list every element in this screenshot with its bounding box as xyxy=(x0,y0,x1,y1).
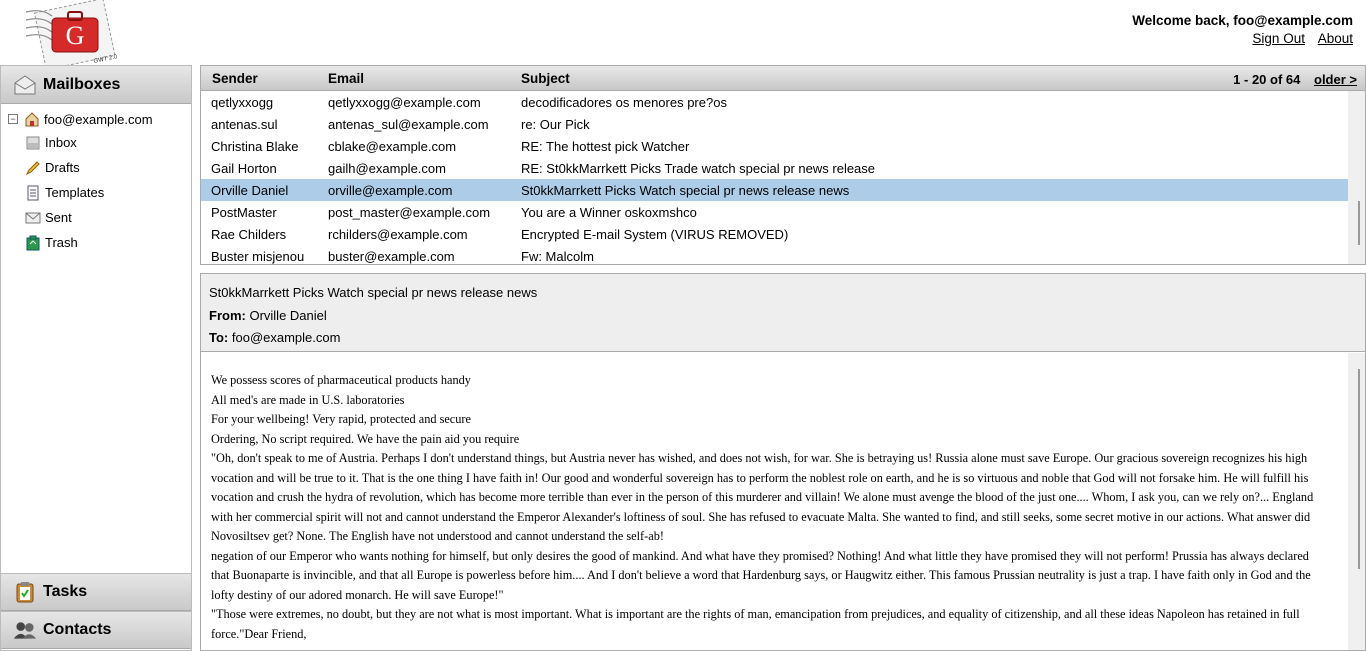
column-header-sender[interactable]: Sender xyxy=(201,71,328,86)
table-row[interactable]: Buster misjenou buster@example.com Fw: Mal… xyxy=(201,245,1348,264)
sidebar-item-label: Inbox xyxy=(45,135,77,150)
body-paragraph: negation of our Emperor who wants nothin… xyxy=(211,548,1311,602)
mail-body: We possess scores of pharmaceutical prod… xyxy=(211,371,1325,644)
contacts-header[interactable]: Contacts xyxy=(1,611,191,649)
mailboxes-title: Mailboxes xyxy=(43,75,121,93)
sidebar-item-label: Sent xyxy=(45,210,72,225)
cell-email: qetlyxxogg@example.com xyxy=(328,94,481,110)
table-row[interactable]: PostMaster post_master@example.com You are… xyxy=(201,201,1348,223)
table-row[interactable]: antenas.sul antenas_sul@example.com re: Ou… xyxy=(201,113,1348,135)
account-label: foo@example.com xyxy=(44,111,153,127)
tasks-header[interactable]: Tasks xyxy=(1,573,191,611)
gwt-logo: G GWT 2.0 xyxy=(22,0,120,72)
cell-email: rchilders@example.com xyxy=(328,226,468,242)
sidebar: Mailboxes − foo@example.com Inbox Drafts… xyxy=(0,65,192,651)
body-paragraph: Ordering, No script required. We have th… xyxy=(211,431,520,446)
sidebar-item-sent[interactable]: Sent xyxy=(1,205,191,230)
cell-sender: Christina Blake xyxy=(211,138,299,154)
cell-sender: Rae Childers xyxy=(211,226,287,242)
clipboard-icon xyxy=(13,580,37,604)
about-link[interactable]: About xyxy=(1318,31,1353,46)
body-paragraph: All med's are made in U.S. laboratories xyxy=(211,392,405,407)
table-row[interactable]: qetlyxxogg qetlyxxogg@example.com decodifi… xyxy=(201,91,1348,113)
topbar: Welcome back, foo@example.com Sign Out A… xyxy=(1132,13,1353,46)
sign-out-link[interactable]: Sign Out xyxy=(1252,31,1305,46)
sidebar-item-label: Drafts xyxy=(45,160,80,175)
page-range: 1 - 20 of 64 xyxy=(1233,72,1301,87)
sidebar-item-drafts[interactable]: Drafts xyxy=(1,155,191,180)
cell-subject: You are a Winner oskoxmshco xyxy=(521,204,697,220)
cell-email: antenas_sul@example.com xyxy=(328,116,489,132)
body-paragraph: "Oh, don't speak to me of Austria. Perha… xyxy=(211,451,1314,543)
trash-icon xyxy=(25,235,41,251)
cell-email: gailh@example.com xyxy=(328,160,446,176)
cell-subject: decodificadores os menores pre?os xyxy=(521,94,727,110)
cell-email: post_master@example.com xyxy=(328,204,491,220)
mail-list-scroll-thumb[interactable] xyxy=(1358,201,1360,245)
mail-list-scrollbar[interactable] xyxy=(1348,91,1365,264)
cell-subject: Fw: Malcolm xyxy=(521,248,594,264)
cell-sender: qetlyxxogg xyxy=(211,94,274,110)
mail-body-scroll-thumb[interactable] xyxy=(1358,369,1360,569)
body-paragraph: We possess scores of pharmaceutical prod… xyxy=(211,373,471,387)
from-label: From: xyxy=(209,307,246,323)
cell-subject: RE: The hottest pick Watcher xyxy=(521,138,690,154)
mailboxes-header[interactable]: Mailboxes xyxy=(1,66,191,104)
sidebar-item-label: Templates xyxy=(45,185,105,200)
cell-subject: Encrypted E-mail System (VIRUS REMOVED) xyxy=(521,226,789,242)
contacts-title: Contacts xyxy=(43,621,112,638)
collapse-icon[interactable]: − xyxy=(8,114,18,124)
pencil-icon xyxy=(25,160,41,176)
tree-account[interactable]: − foo@example.com xyxy=(1,108,191,130)
cell-email: cblake@example.com xyxy=(328,138,457,154)
svg-text:G: G xyxy=(66,21,85,50)
document-icon xyxy=(25,185,41,201)
body-paragraph: For your wellbeing! Very rapid, protecte… xyxy=(211,412,471,426)
detail-subject: St0kkMarrkett Picks Watch special pr new… xyxy=(209,285,538,300)
mail-body-scrollbar[interactable] xyxy=(1348,353,1365,650)
column-header-email[interactable]: Email xyxy=(328,71,521,86)
detail-to: foo@example.com xyxy=(231,330,341,345)
to-label: To: xyxy=(209,330,229,345)
envelope-open-icon xyxy=(13,73,37,97)
tasks-title: Tasks xyxy=(43,583,88,600)
people-icon xyxy=(13,618,37,642)
mail-list: Sender Email Subject 1 - 20 of 64 older … xyxy=(200,65,1366,265)
cell-subject: St0kkMarrkett Picks Watch special pr new… xyxy=(521,182,850,198)
sidebar-item-templates[interactable]: Templates xyxy=(1,180,191,205)
mailbox-tree: − foo@example.com Inbox Drafts Templates xyxy=(1,104,191,573)
cell-sender: Gail Horton xyxy=(211,160,277,176)
cell-sender: Buster misjenou xyxy=(211,248,305,264)
cell-email: buster@example.com xyxy=(328,248,455,264)
table-row[interactable]: Christina Blake cblake@example.com RE: The… xyxy=(201,135,1348,157)
older-link[interactable]: older > xyxy=(1314,72,1357,87)
mail-rows: qetlyxxogg qetlyxxogg@example.com decodifi… xyxy=(201,91,1348,264)
table-row[interactable]: Gail Horton gailh@example.com RE: St0kkMar… xyxy=(201,157,1348,179)
home-icon xyxy=(24,111,40,127)
cell-subject: re: Our Pick xyxy=(521,116,590,132)
inbox-icon xyxy=(25,135,41,151)
table-row[interactable]: Rae Childers rchilders@example.com Encrypt… xyxy=(201,223,1348,245)
sidebar-item-trash[interactable]: Trash xyxy=(1,230,191,255)
cell-sender: antenas.sul xyxy=(211,116,278,132)
sidebar-item-label: Trash xyxy=(45,235,78,250)
cell-sender: PostMaster xyxy=(211,204,277,220)
sidebar-item-inbox[interactable]: Inbox xyxy=(1,130,191,155)
cell-subject: RE: St0kkMarrkett Picks Trade watch spec… xyxy=(521,160,876,176)
cell-email: orville@example.com xyxy=(328,182,453,198)
detail-from: Orville Daniel xyxy=(249,307,327,323)
body-paragraph: "Those were extremes, no doubt, but they… xyxy=(211,607,1300,641)
mail-detail: St0kkMarrkett Picks Watch special pr new… xyxy=(200,273,1366,651)
pager: 1 - 20 of 64 older > xyxy=(1233,72,1357,87)
mail-app: G GWT 2.0 Welcome back, foo@example.com … xyxy=(0,0,1366,651)
mail-list-header: Sender Email Subject 1 - 20 of 64 older … xyxy=(201,66,1365,91)
envelope-icon xyxy=(25,210,41,226)
mail-detail-header: St0kkMarrkett Picks Watch special pr new… xyxy=(201,274,1365,352)
table-row[interactable]: Orville Daniel orville@example.com St0kkMa… xyxy=(201,179,1348,201)
welcome-text: Welcome back, foo@example.com xyxy=(1132,13,1353,28)
cell-sender: Orville Daniel xyxy=(211,182,289,198)
